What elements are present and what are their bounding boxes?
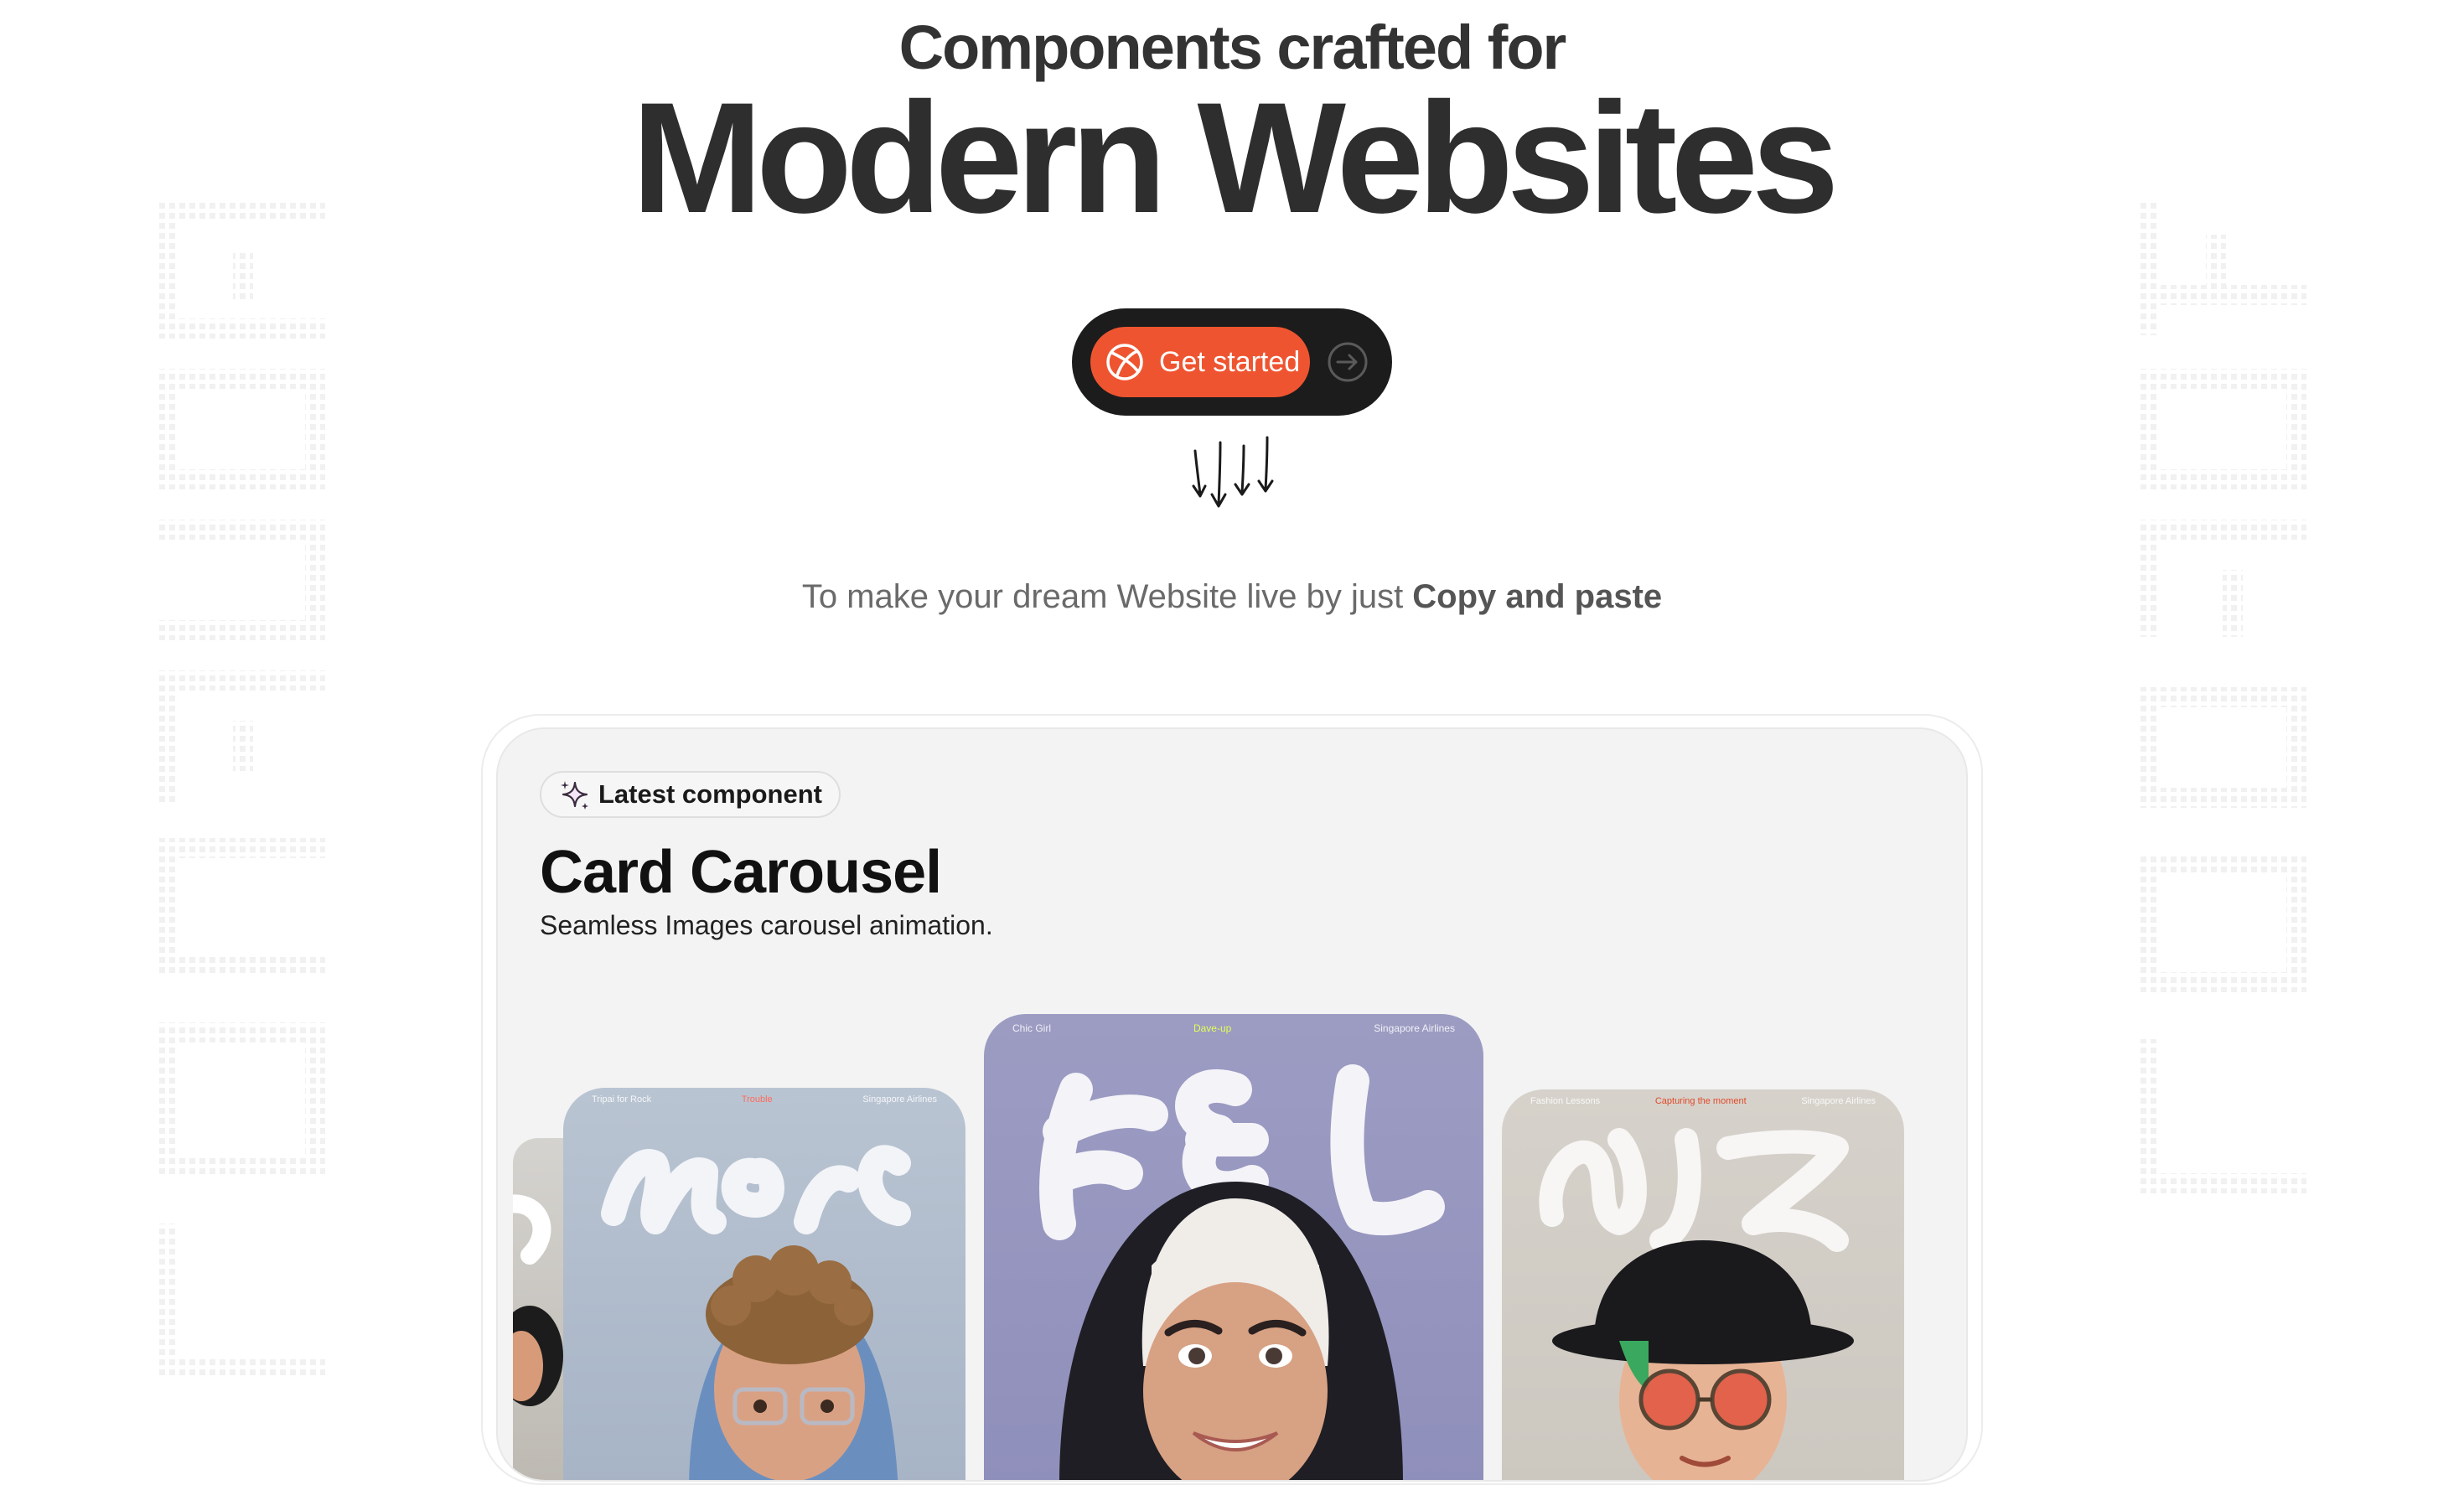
latest-component-badge: Latest component [540,771,841,818]
avatar-illustration [1539,1128,1854,1480]
arrow-right-circle-icon[interactable] [1326,340,1369,384]
carousel-card[interactable]: Tripai for Rock Trouble Singapore Airlin… [563,1088,965,1480]
card-meta-left: Tripai for Rock [592,1094,652,1105]
card-meta-right: Singapore Airlines [1801,1096,1876,1106]
card-meta-right: Singapore Airlines [1374,1022,1455,1034]
tagline-emphasis: Copy and paste [1412,578,1663,615]
card-meta-left: Fashion Lessons [1530,1096,1601,1106]
card-meta-left: Chic Girl [1012,1022,1052,1034]
carousel-card-active[interactable]: Chic Girl Dave-up Singapore Airlines [984,1014,1483,1480]
hand-drawn-arrows-icon [1192,436,1274,508]
side-dotted-text-left [158,201,325,1378]
dribbble-ball-icon [1106,344,1143,380]
card-description: Seamless Images carousel animation. [540,910,993,940]
carousel-card[interactable]: Fashion Lessons Capturing the moment Sin… [1502,1089,1904,1480]
get-started-button[interactable]: Get started [1090,327,1310,397]
avatar-illustration [1039,1064,1445,1480]
badge-label: Latest component [598,779,822,809]
side-dotted-text-right [2139,201,2306,1193]
get-started-pill[interactable]: Get started [1072,308,1392,416]
hero-title: Modern Websites [631,70,1839,246]
avatar-illustration [601,1145,911,1480]
card-meta-mid: Trouble [741,1094,773,1105]
tagline: To make your dream Website live by just … [0,578,2464,616]
card-meta-mid: Dave-up [1193,1022,1232,1034]
tagline-text: To make your dream Website live by just [801,578,1413,615]
feature-card[interactable]: Latest component Card Carousel Seamless … [496,727,1968,1482]
sparkles-icon [561,781,588,810]
card-meta-mid: Capturing the moment [1654,1096,1747,1106]
get-started-label: Get started [1159,345,1301,378]
card-title: Card Carousel [540,839,942,906]
card-meta-right: Singapore Airlines [862,1094,937,1105]
